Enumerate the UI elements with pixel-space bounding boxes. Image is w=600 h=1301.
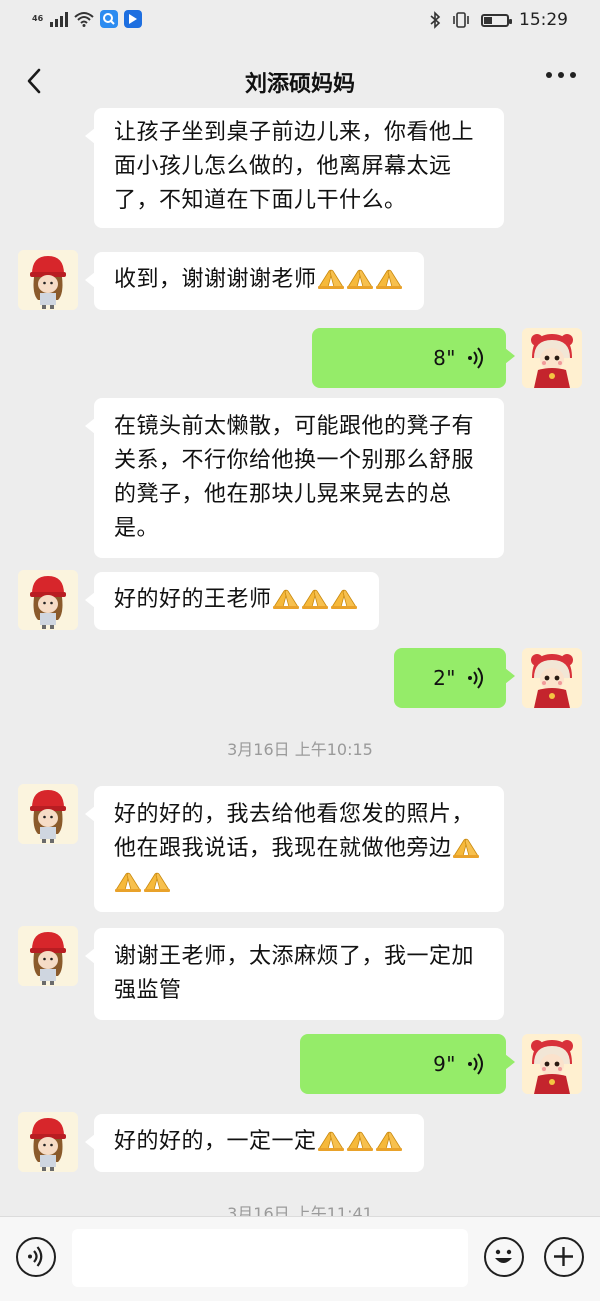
message-text: 谢谢王老师，太添麻烦了，我一定加强监管 — [114, 944, 475, 1003]
voice-message-bubble[interactable]: 9" — [300, 1034, 515, 1094]
folded-hands-emoji — [346, 266, 374, 289]
plus-icon — [554, 1247, 573, 1266]
message-text: 收到，谢谢谢谢老师 — [114, 267, 317, 292]
message-text: 让孩子坐到桌子前边儿来，你看他上面小孩儿怎么做的，他离屏幕太远了，不知道在下面儿… — [114, 120, 475, 213]
folded-hands-emoji — [452, 835, 480, 858]
more-button[interactable] — [546, 72, 576, 78]
voice-message-bubble[interactable]: 2" — [394, 648, 515, 708]
message-text: 好的好的，一定一定 — [114, 1129, 317, 1154]
message-bubble[interactable]: 在镜头前太懒散，可能跟他的凳子有关系，不行你给他换一个别那么舒服的凳子，他在那块… — [85, 398, 504, 558]
voice-mode-icon — [28, 1246, 43, 1267]
voice-wave-icon — [468, 347, 483, 369]
status-left: 46 — [32, 10, 143, 28]
more-icon-dot — [558, 72, 564, 78]
contact-avatar[interactable] — [18, 784, 78, 844]
network-type: 46 — [32, 14, 44, 23]
voice-mode-button[interactable] — [16, 1237, 56, 1277]
folded-hands-emoji — [330, 586, 358, 609]
contact-avatar[interactable] — [18, 1112, 78, 1172]
app-notification-icon — [124, 10, 143, 28]
folded-hands-emoji — [114, 869, 142, 892]
my-avatar[interactable] — [522, 1034, 582, 1094]
contact-avatar[interactable] — [18, 250, 78, 310]
emoji-button[interactable] — [484, 1237, 524, 1277]
plus-button[interactable] — [544, 1237, 584, 1277]
signal-icon — [50, 11, 69, 27]
emoji-group — [317, 267, 404, 292]
message-text: 好的好的，我去给他看您发的照片，他在跟我说话，我现在就做他旁边 — [114, 802, 475, 861]
message-bubble[interactable]: 谢谢王老师，太添麻烦了，我一定加强监管 — [85, 928, 504, 1020]
folded-hands-emoji — [272, 586, 300, 609]
bluetooth-icon — [430, 11, 441, 29]
battery-level — [484, 16, 492, 24]
voice-duration: 8" — [433, 346, 456, 370]
folded-hands-emoji — [317, 266, 345, 289]
clock: 15:29 — [519, 10, 568, 30]
emoji-icon — [495, 1249, 512, 1263]
more-icon-dot — [570, 72, 576, 78]
contact-avatar[interactable] — [18, 926, 78, 986]
voice-duration: 9" — [433, 1052, 456, 1076]
message-bubble[interactable]: 让孩子坐到桌子前边儿来，你看他上面小孩儿怎么做的，他离屏幕太远了，不知道在下面儿… — [85, 108, 504, 228]
message-bubble[interactable]: 好的好的，一定一定 — [85, 1114, 424, 1172]
more-icon — [546, 72, 552, 78]
voice-wave-icon — [468, 1053, 483, 1075]
status-right: 15:29 — [429, 10, 568, 30]
folded-hands-emoji — [375, 266, 403, 289]
emoji-group — [272, 587, 359, 612]
message-input[interactable] — [72, 1229, 468, 1287]
message-text: 在镜头前太懒散，可能跟他的凳子有关系，不行你给他换一个别那么舒服的凳子，他在那块… — [114, 414, 475, 541]
wifi-icon — [74, 12, 94, 27]
folded-hands-emoji — [346, 1128, 374, 1151]
voice-message-bubble[interactable]: 8" — [312, 328, 515, 388]
input-bar — [0, 1216, 600, 1301]
status-bar: 46 15:29 — [0, 0, 600, 44]
folded-hands-emoji — [375, 1128, 403, 1151]
message-text: 好的好的王老师 — [114, 587, 272, 612]
message-timestamp: 3月16日 上午10:15 — [227, 740, 373, 759]
voice-wave-icon — [468, 667, 483, 689]
folded-hands-emoji — [301, 586, 329, 609]
chat-title: 刘添硕妈妈 — [244, 72, 355, 97]
message-bubble[interactable]: 收到，谢谢谢谢老师 — [85, 252, 424, 310]
vibrate-icon — [453, 12, 469, 28]
my-avatar[interactable] — [522, 328, 582, 388]
message-bubble[interactable]: 好的好的，我去给他看您发的照片，他在跟我说话，我现在就做他旁边 — [85, 786, 504, 912]
voice-duration: 2" — [433, 666, 456, 690]
folded-hands-emoji — [143, 869, 171, 892]
message-bubble[interactable]: 好的好的王老师 — [85, 572, 379, 630]
message-timestamp: 3月16日 上午11:41 — [227, 1204, 373, 1216]
search-app-icon — [100, 10, 119, 28]
contact-avatar[interactable] — [18, 570, 78, 630]
battery-icon — [481, 13, 512, 27]
my-avatar[interactable] — [522, 648, 582, 708]
emoji-group — [317, 1129, 404, 1154]
folded-hands-emoji — [317, 1128, 345, 1151]
